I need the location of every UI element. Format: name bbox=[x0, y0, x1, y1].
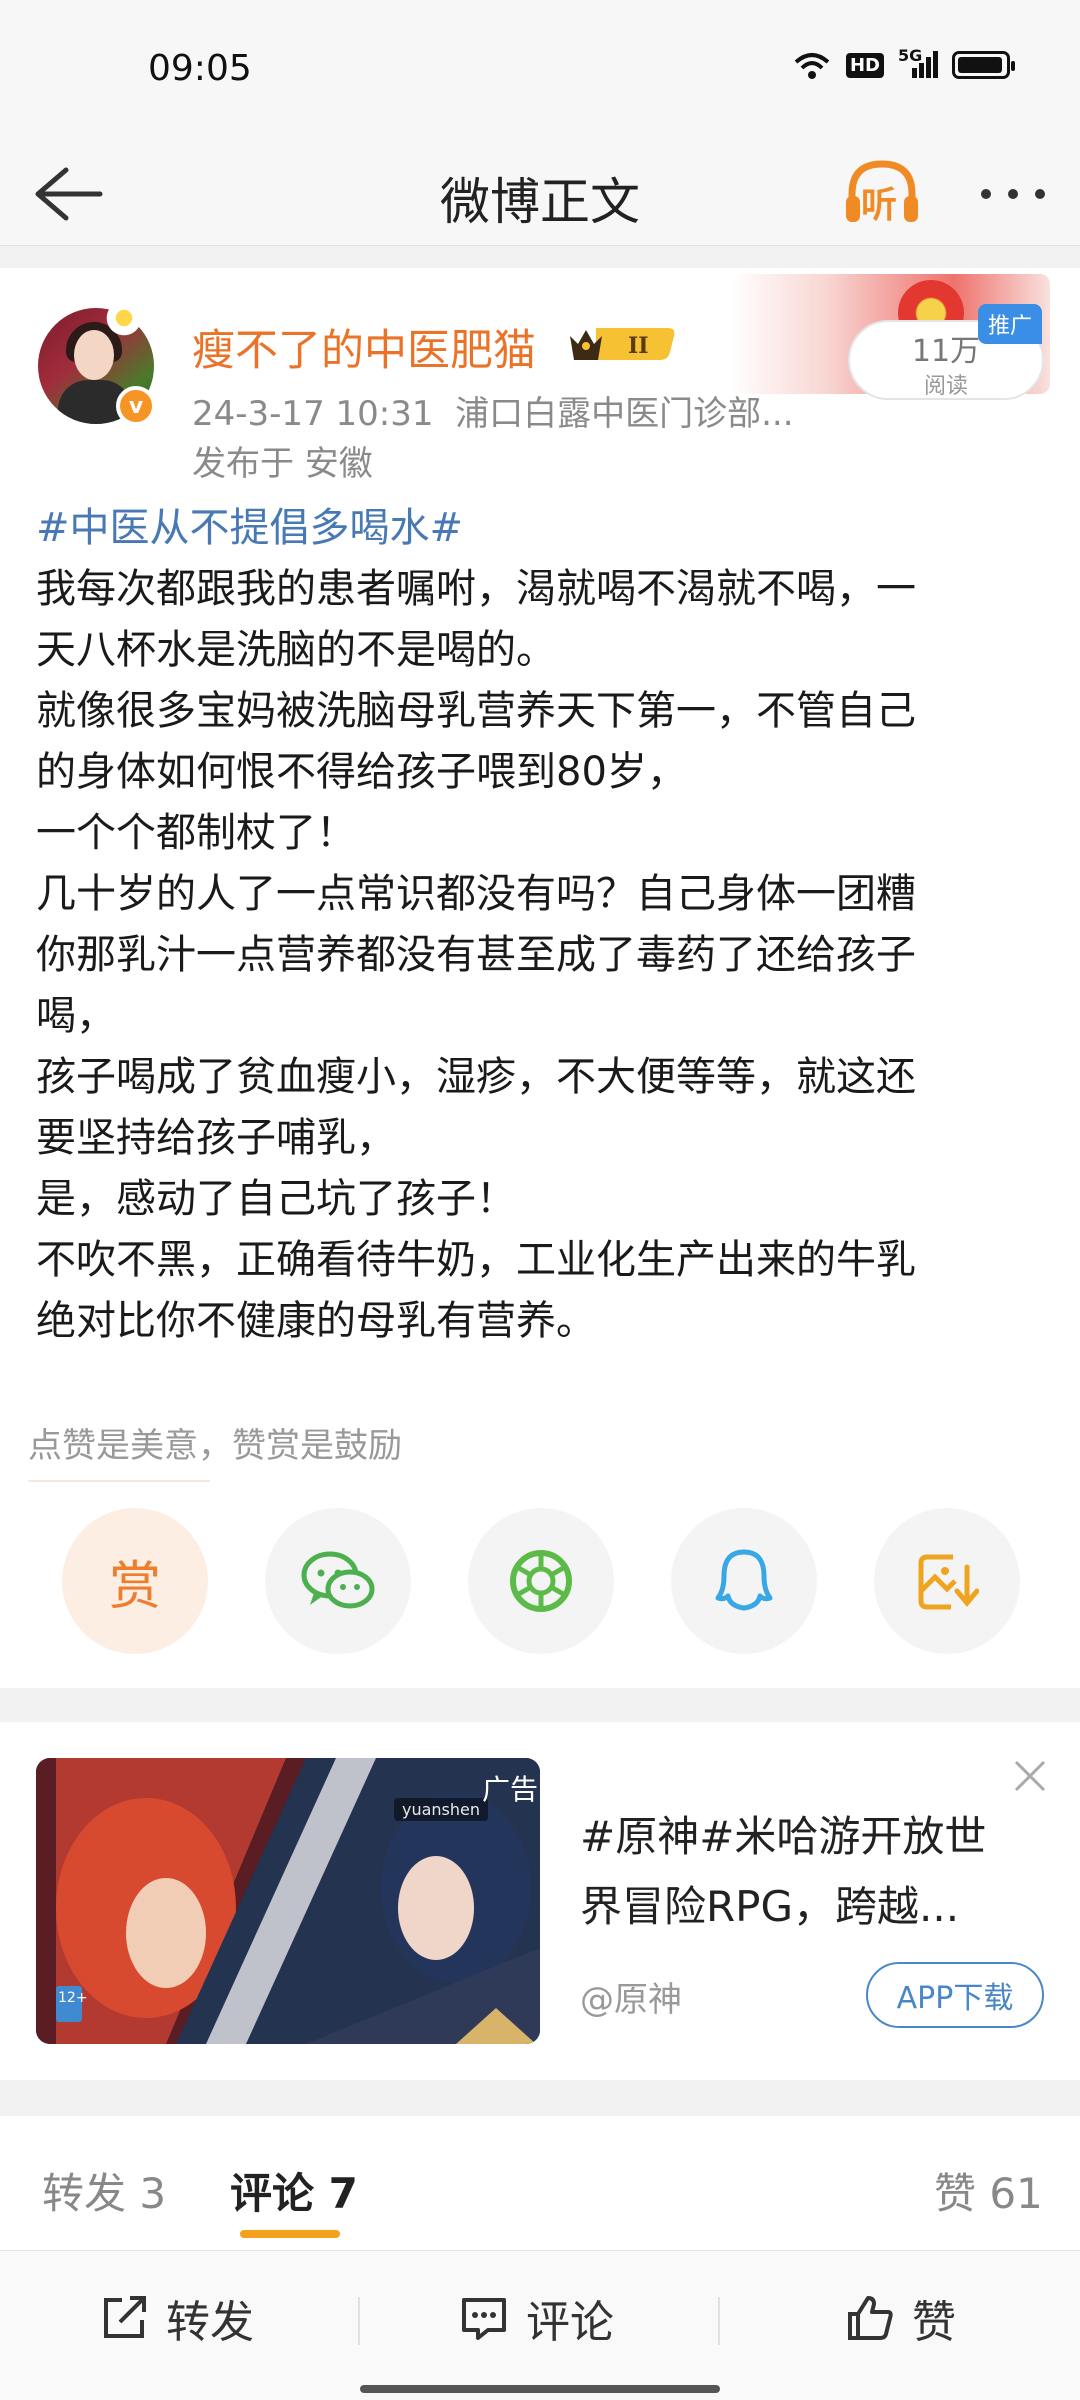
qq-icon bbox=[715, 1549, 773, 1611]
tab-like[interactable]: 赞 61 bbox=[934, 2160, 1043, 2221]
ad-image[interactable]: 12+ yuanshen 广告 bbox=[36, 1758, 540, 2044]
reward-hint-divider bbox=[28, 1480, 210, 1482]
post-line: 不吹不黑，正确看待牛奶，工业化生产出来的牛乳 bbox=[36, 1237, 916, 1283]
save-image-icon bbox=[918, 1554, 979, 1610]
ad-close-button[interactable] bbox=[1010, 1756, 1050, 1796]
post-line: 喝， bbox=[36, 993, 116, 1039]
divider bbox=[358, 2297, 360, 2345]
divider bbox=[718, 2297, 720, 2345]
post-line: 孩子喝成了贫血瘦小，湿疹，不大便等等，就这还 bbox=[36, 1054, 916, 1100]
post-line: 天八杯水是洗脑的不是喝的。 bbox=[36, 627, 556, 673]
repost-icon bbox=[104, 2296, 146, 2338]
post-timestamp: 24-3-17 10:31 bbox=[192, 394, 434, 434]
post-line: 的身体如何恨不得给孩子喂到80岁， bbox=[36, 749, 687, 795]
hd-icon: HD bbox=[845, 52, 884, 78]
tab-repost[interactable]: 转发 3 bbox=[42, 2160, 166, 2221]
signal-label: 5G bbox=[898, 46, 923, 65]
author-name[interactable]: 瘦不了的中医肥猫 bbox=[192, 316, 536, 378]
avatar-flower-decoration bbox=[104, 298, 144, 338]
post-line: 我每次都跟我的患者嘱咐，渴就喝不渴就不喝，一 bbox=[36, 566, 916, 612]
status-icons: HD 5G bbox=[792, 46, 1015, 80]
post-line: 要坚持给孩子哺乳， bbox=[36, 1115, 396, 1161]
post-body: #中医从不提倡多喝水# 我每次都跟我的患者嘱咐，渴就喝不渴就不喝，一 天八杯水是… bbox=[36, 498, 1046, 1352]
battery-fill bbox=[958, 57, 1002, 73]
like-label: 赞 bbox=[912, 2297, 956, 2348]
status-bar: 09:05 HD 5G bbox=[0, 0, 1080, 140]
reward-label: 赏 bbox=[108, 1556, 161, 1617]
nav-bar: 微博正文 听 bbox=[0, 140, 1080, 246]
share-moments-button[interactable] bbox=[468, 1508, 614, 1654]
close-icon bbox=[1014, 1760, 1046, 1792]
more-button[interactable] bbox=[978, 174, 1048, 225]
share-row: 赏 bbox=[62, 1508, 1022, 1654]
listen-label: 听 bbox=[861, 185, 898, 226]
more-dots-icon bbox=[981, 189, 1045, 199]
post-hashtag[interactable]: #中医从不提倡多喝水# bbox=[36, 498, 1046, 559]
ad-title-line: #原神#米哈游开放世 bbox=[580, 1812, 987, 1861]
post-card: v 瘦不了的中医肥猫 II 24-3-17 10:31 浦口白露中医门诊部...… bbox=[0, 268, 1080, 1688]
promo-tag: 推广 bbox=[978, 304, 1043, 344]
share-qq-button[interactable] bbox=[671, 1508, 817, 1654]
post-source[interactable]: 浦口白露中医门诊部... bbox=[455, 394, 793, 434]
wechat-icon bbox=[301, 1551, 375, 1609]
post-line: 是，感动了自己坑了孩子！ bbox=[36, 1176, 516, 1222]
ad-source[interactable]: @原神 bbox=[580, 1972, 682, 2021]
app-download-button[interactable]: APP下载 bbox=[866, 1962, 1044, 2028]
share-wechat-button[interactable] bbox=[265, 1508, 411, 1654]
verified-badge-icon: v bbox=[116, 386, 156, 426]
signal-icon: 5G bbox=[898, 46, 938, 80]
post-meta: 24-3-17 10:31 浦口白露中医门诊部... bbox=[192, 386, 794, 435]
repost-button[interactable]: 转发 bbox=[98, 2285, 254, 2351]
battery-icon bbox=[952, 51, 1015, 79]
vip-badge-icon[interactable]: II bbox=[566, 322, 678, 366]
listen-button[interactable]: 听 bbox=[840, 150, 924, 234]
reward-hint: 点赞是美意，赞赏是鼓励 bbox=[28, 1426, 402, 1466]
comment-icon bbox=[462, 2298, 506, 2340]
like-button[interactable]: 赞 bbox=[844, 2285, 956, 2351]
post-line: 一个个都制杖了！ bbox=[36, 810, 356, 856]
post-line: 绝对比你不健康的母乳有营养。 bbox=[36, 1298, 596, 1344]
post-line: 就像很多宝妈被洗脑母乳营养天下第一，不管自己 bbox=[36, 688, 916, 734]
bottom-action-bar: 转发 评论 赞 bbox=[0, 2250, 1080, 2400]
save-image-button[interactable] bbox=[874, 1508, 1020, 1654]
comment-label: 评论 bbox=[526, 2297, 614, 2348]
reward-button[interactable]: 赏 bbox=[62, 1508, 208, 1654]
ad-title[interactable]: #原神#米哈游开放世 界冒险RPG，跨越... bbox=[580, 1802, 1050, 1942]
post-location: 发布于 安徽 bbox=[192, 444, 373, 484]
post-line: 你那乳汁一点营养都没有甚至成了毒药了还给孩子 bbox=[36, 932, 916, 978]
home-indicator[interactable] bbox=[360, 2385, 720, 2393]
ad-label: 广告 bbox=[482, 1773, 539, 1806]
tab-comment[interactable]: 评论 7 bbox=[230, 2160, 358, 2221]
comment-button[interactable]: 评论 bbox=[458, 2285, 614, 2351]
ad-title-line: 界冒险RPG，跨越... bbox=[580, 1882, 960, 1931]
moments-icon bbox=[510, 1550, 572, 1612]
interaction-tabs: 转发 3 评论 7 赞 61 bbox=[0, 2116, 1080, 2250]
age-rating-badge: 12+ bbox=[58, 1990, 88, 2006]
active-tab-indicator bbox=[240, 2230, 340, 2238]
thumbs-up-icon bbox=[848, 2296, 893, 2340]
ad-card[interactable]: 12+ yuanshen 广告 #原神#米哈游开放世 界冒险RPG，跨越... … bbox=[0, 1722, 1080, 2080]
wifi-icon bbox=[792, 50, 832, 80]
svg-text:II: II bbox=[628, 333, 649, 359]
post-line: 几十岁的人了一点常识都没有吗？自己身体一团糟 bbox=[36, 871, 916, 917]
reads-label: 阅读 bbox=[923, 374, 968, 399]
repost-label: 转发 bbox=[166, 2297, 254, 2348]
game-logo-text: yuanshen bbox=[394, 1798, 489, 1821]
status-time: 09:05 bbox=[148, 48, 252, 89]
